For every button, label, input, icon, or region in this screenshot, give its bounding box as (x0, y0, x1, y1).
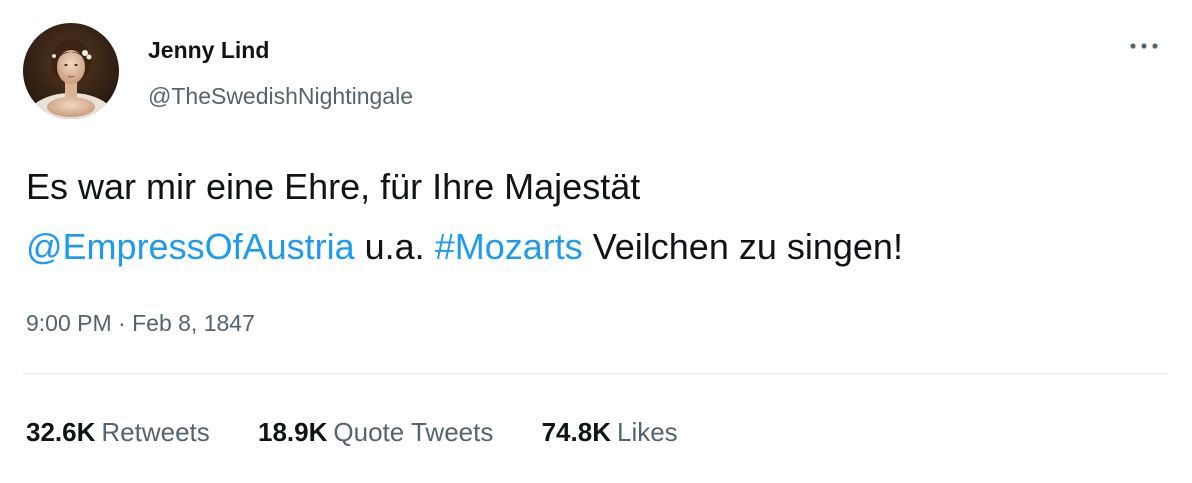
likes-stat[interactable]: 74.8K Likes (542, 415, 678, 449)
portrait-avatar-icon (23, 23, 119, 119)
quote-tweets-stat[interactable]: 18.9K Quote Tweets (258, 415, 493, 449)
divider (23, 373, 1168, 375)
retweets-stat[interactable]: 32.6K Retweets (26, 415, 210, 449)
quote-tweets-label: Quote Tweets (333, 417, 494, 447)
author-display-name[interactable]: Jenny Lind (148, 36, 269, 64)
retweets-count: 32.6K (26, 417, 96, 447)
tweet-text-line-2: @EmpressOfAustria u.a. #Mozarts Veilchen… (26, 217, 1166, 277)
tweet-text-line-1: Es war mir eine Ehre, für Ihre Majestät (26, 166, 641, 207)
tweet-text-end: Veilchen zu singen! (582, 226, 903, 267)
hashtag-link[interactable]: #Mozarts (435, 226, 583, 267)
tweet-stats: 32.6K Retweets 18.9K Quote Tweets 74.8K Lik… (26, 415, 719, 449)
tweet-time[interactable]: 9:00 PM (26, 310, 112, 336)
more-horizontal-icon (1130, 43, 1158, 49)
more-options-button[interactable] (1126, 34, 1162, 58)
tweet-timestamp[interactable]: 9:00 PM · Feb 8, 1847 (26, 308, 255, 338)
retweets-label: Retweets (101, 417, 210, 447)
tweet-card: Jenny Lind @TheSwedishNightingale Es war… (0, 0, 1192, 483)
tweet-date[interactable]: Feb 8, 1847 (132, 310, 255, 336)
tweet-text: Es war mir eine Ehre, für Ihre Majestät … (26, 157, 1166, 277)
likes-count: 74.8K (541, 417, 611, 447)
timestamp-separator: · (111, 310, 133, 336)
mention-link[interactable]: @EmpressOfAustria (26, 226, 355, 267)
likes-label: Likes (616, 417, 678, 447)
author-avatar[interactable] (23, 23, 119, 119)
quote-tweets-count: 18.9K (258, 417, 328, 447)
tweet-text-mid: u.a. (354, 226, 435, 267)
author-handle[interactable]: @TheSwedishNightingale (148, 81, 413, 111)
